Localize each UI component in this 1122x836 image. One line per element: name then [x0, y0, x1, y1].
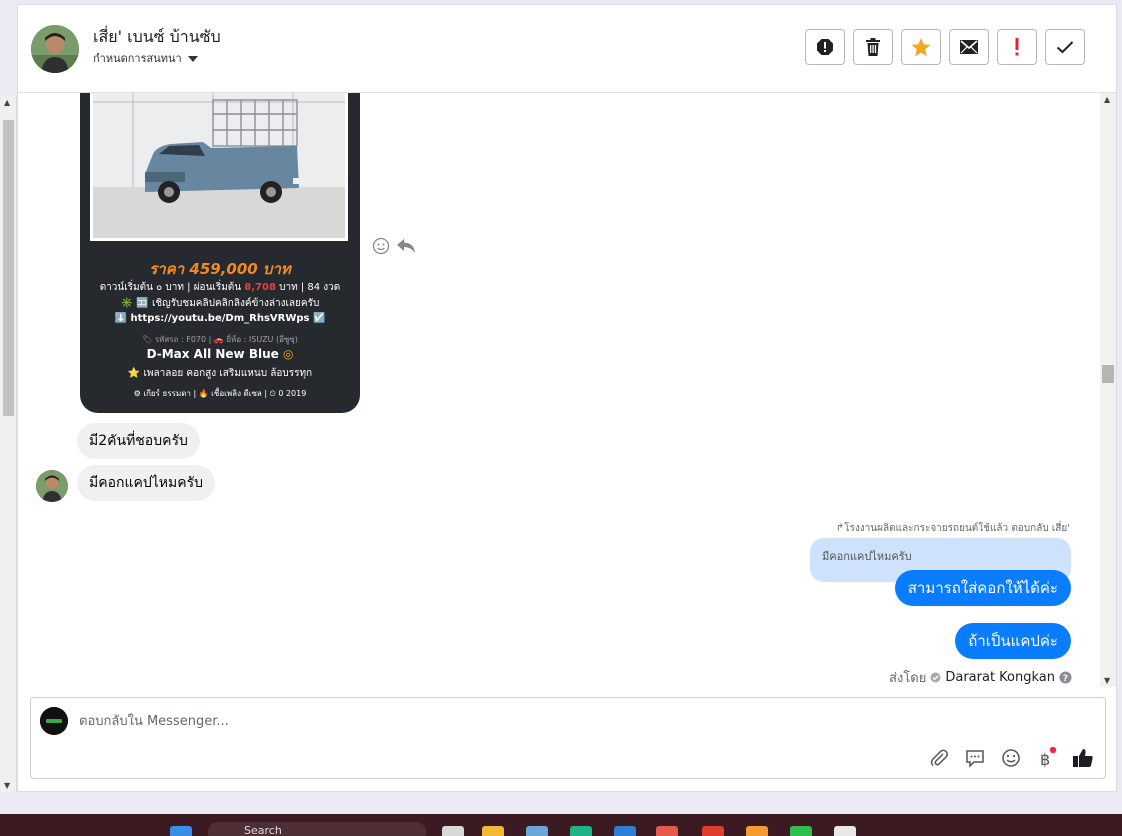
price-text: ราคา 459,000 บาท	[149, 260, 291, 278]
help-icon[interactable]: ?	[1059, 671, 1072, 684]
people-icon[interactable]	[834, 826, 856, 836]
message-scrollbar-thumb[interactable]	[1102, 365, 1114, 383]
sent-by-line: ส่งโดย Dararat Kongkan ?	[889, 667, 1072, 687]
scroll-up-icon[interactable]: ▲	[4, 98, 10, 107]
app-icon[interactable]	[656, 826, 678, 836]
mark-unread-button[interactable]	[949, 29, 989, 65]
mark-done-button[interactable]	[1045, 29, 1085, 65]
check-icon	[1056, 41, 1074, 54]
page-avatar	[40, 707, 68, 735]
attach-button[interactable]	[927, 746, 951, 770]
message-scrollbar[interactable]: ▲ ▼	[1100, 93, 1116, 687]
conversation-panel: เสี่ย' เบนซ์ บ้านซับ กำหนดการสนทนา ราคา …	[17, 4, 1117, 792]
contact-name[interactable]: เสี่ย' เบนซ์ บ้านซับ	[93, 25, 221, 50]
message-composer: ฿	[30, 697, 1106, 779]
reply-input[interactable]	[79, 710, 979, 732]
svg-text:?: ?	[1063, 674, 1068, 684]
incoming-message[interactable]: มี2คันที่ชอบครับ	[77, 423, 200, 459]
baht-payment-icon: ฿	[1040, 747, 1057, 769]
message-list[interactable]: ราคา 459,000 บาท ดาวน์เริ่มต้น ๐ บาท | ผ…	[18, 93, 1100, 687]
emoji-react-icon[interactable]	[372, 237, 390, 255]
conversation-settings-label: กำหนดการสนทนา	[93, 52, 182, 65]
svg-text:฿: ฿	[1040, 750, 1050, 769]
trash-icon	[866, 38, 880, 56]
delete-button[interactable]	[853, 29, 893, 65]
car-meta-text: 🏷 รหัสรถ : F070 | 🚗 ยี่ห้อ : ISUZU (อีซู…	[142, 335, 298, 344]
page-scrollbar[interactable]: ▲ ▼	[0, 96, 17, 792]
sender-agent-name: Dararat Kongkan	[945, 670, 1055, 685]
conversation-header: เสี่ย' เบนซ์ บ้านซับ กำหนดการสนทนา	[18, 5, 1116, 93]
conversation-settings-dropdown[interactable]: กำหนดการสนทนา	[93, 49, 198, 67]
alert-octagon-icon	[817, 39, 833, 55]
line-icon[interactable]	[790, 826, 812, 836]
clip-invite-text: ✳️ 🈁 เชิญรับชมคลิปคลิกลิงค์ข้างล่างเลยคร…	[120, 298, 320, 309]
verified-icon	[930, 672, 941, 683]
message-actions	[372, 237, 416, 255]
scroll-up-icon[interactable]: ▲	[1104, 95, 1110, 104]
store-icon[interactable]	[614, 826, 636, 836]
reply-context: ↱โรงงานผลิตและกระจายรถยนต์ใช้แล้ว ตอบกลั…	[835, 523, 1070, 534]
caret-down-icon	[187, 56, 198, 62]
video-link-text: ⬇️ https://youtu.be/Dm_RhsVRWps ☑️	[114, 313, 326, 324]
check-circle-icon: ◎	[282, 347, 294, 361]
star-button[interactable]	[901, 29, 941, 65]
firefox-icon[interactable]	[746, 826, 768, 836]
calculator-icon[interactable]	[526, 826, 548, 836]
like-icon	[1073, 749, 1093, 767]
outgoing-message[interactable]: สามารถใส่คอกให้ได้ค่ะ	[894, 570, 1071, 606]
edge-icon[interactable]	[570, 826, 592, 836]
outgoing-message[interactable]: ถ้าเป็นแคปค่ะ	[955, 623, 1071, 659]
report-button[interactable]	[805, 29, 845, 65]
emoji-icon	[1002, 749, 1020, 767]
taskbar-search[interactable]: Search	[208, 822, 426, 836]
file-explorer-icon[interactable]	[482, 826, 504, 836]
emoji-button[interactable]	[999, 746, 1023, 770]
scroll-down-icon[interactable]: ▼	[1104, 676, 1110, 685]
car-specs-text: ⚙ เกียร์ ธรรมดา | 🔥 เชื้อเพลิง ดีเซล | ⏲…	[133, 389, 307, 398]
envelope-icon	[960, 40, 978, 54]
payment-button[interactable]: ฿	[1035, 746, 1059, 770]
paperclip-icon	[930, 749, 948, 767]
product-card-image[interactable]: ราคา 459,000 บาท ดาวน์เริ่มต้น ๐ บาท | ผ…	[80, 93, 360, 413]
incoming-message[interactable]: มีคอกแคปไหมครับ	[77, 465, 216, 501]
page-scrollbar-thumb[interactable]	[3, 120, 14, 416]
taskbar-search-label: Search	[244, 824, 282, 836]
saved-reply-icon	[966, 750, 984, 768]
car-features-text: ⭐ เพลาลอย คอกสูง เสริมแหนบ ล้อบรรทุก	[127, 368, 313, 379]
car-photo	[90, 93, 348, 241]
scroll-down-icon[interactable]: ▼	[4, 781, 10, 790]
windows-start-icon[interactable]	[170, 826, 192, 836]
financing-text: ดาวน์เริ่มต้น ๐ บาท | ผ่อนเริ่มต้น 8,708…	[99, 282, 341, 293]
sender-avatar	[36, 470, 68, 502]
task-view-icon[interactable]	[442, 826, 464, 836]
windows-taskbar: Search	[0, 814, 1122, 836]
chrome-icon[interactable]	[702, 826, 724, 836]
exclamation-icon	[1015, 38, 1019, 56]
contact-avatar[interactable]	[31, 25, 79, 73]
saved-replies-button[interactable]	[963, 746, 987, 770]
car-model-text: D-Max All New Blue ◎	[146, 347, 294, 361]
star-icon	[911, 37, 931, 56]
reply-icon[interactable]	[396, 238, 416, 254]
sent-by-label: ส่งโดย	[889, 671, 927, 686]
spam-button[interactable]	[997, 29, 1037, 65]
like-button[interactable]	[1071, 746, 1095, 770]
